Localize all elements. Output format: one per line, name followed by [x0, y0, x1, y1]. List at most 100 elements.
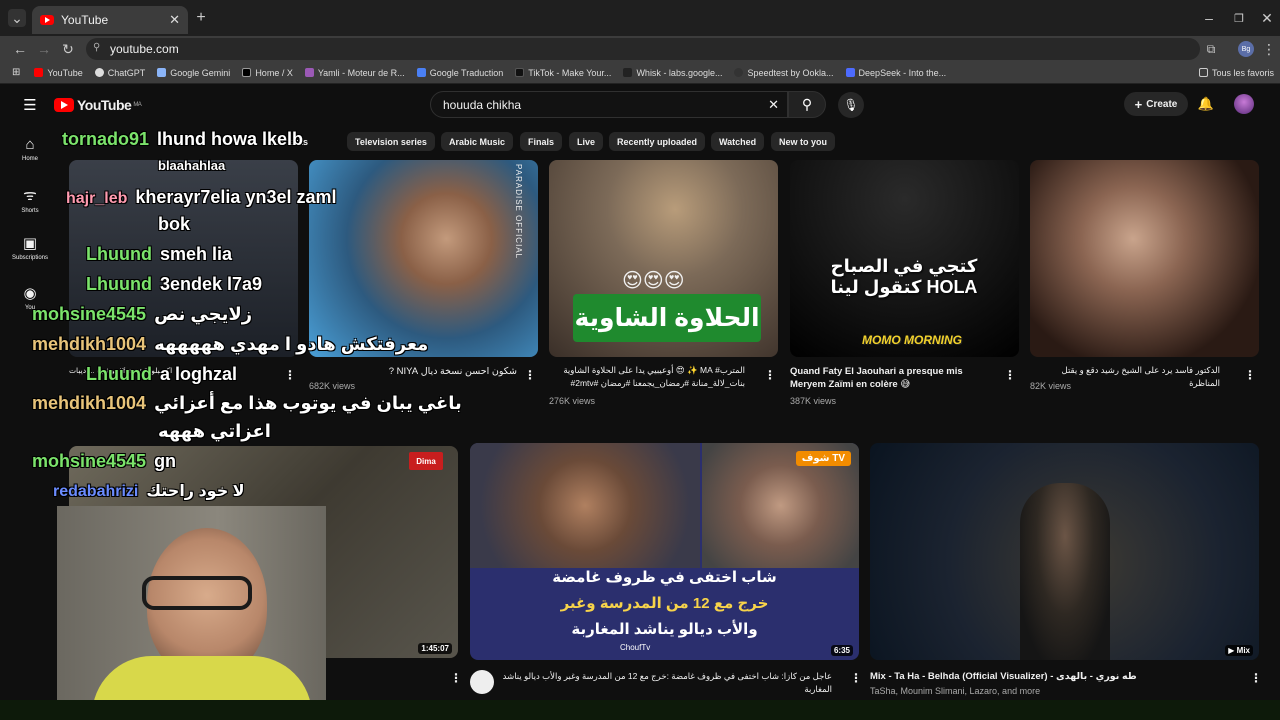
thumb-badge: MOMO MORNING [862, 333, 962, 347]
notifications-bell-icon[interactable]: 🔔 [1198, 96, 1214, 112]
channel-avatar[interactable] [470, 670, 494, 694]
back-icon[interactable]: ← [12, 40, 28, 58]
bookmark-item[interactable]: YouTube [34, 68, 83, 78]
clear-search-icon[interactable]: ✕ [768, 97, 779, 113]
bookmark-item[interactable]: Speedtest by Ookla... [734, 68, 834, 78]
youtube-favicon-icon [40, 15, 54, 25]
sidebar-item-subscriptions[interactable]: ▣ Subscriptions [4, 234, 56, 261]
home-icon: ⌂ [25, 136, 35, 153]
chat-message: Lhuund smeh lia [86, 244, 233, 264]
bookmark-item[interactable]: DeepSeek - Into the... [845, 68, 946, 78]
you-icon: ◉ [23, 285, 37, 302]
chip-live[interactable]: Live [569, 132, 604, 151]
thumb-figure [1020, 483, 1110, 660]
video-views: 82K views [1030, 381, 1072, 391]
bookmark-item[interactable]: ChatGPT [94, 68, 145, 78]
reload-icon[interactable]: ↻ [60, 40, 76, 58]
more-options-icon[interactable]: ⋮ [1004, 368, 1016, 382]
tab-search-icon[interactable]: ⌄ [8, 9, 26, 27]
search-input[interactable]: houuda chikha ✕ [430, 91, 788, 118]
bookmark-item[interactable]: Yamli - Moteur de R... [304, 68, 405, 78]
bookmark-item[interactable]: Home / X [242, 68, 293, 78]
extensions-icon[interactable]: ⧉ [1204, 40, 1218, 58]
bookmarks-bar: ⊞ YouTube ChatGPT Google Gemini Home / X… [0, 62, 1280, 84]
minimize-icon[interactable]: – [1202, 10, 1216, 26]
more-options-icon[interactable]: ⋮ [1250, 671, 1262, 685]
youtube-logo-icon [54, 98, 74, 112]
video-views: 387K views [790, 396, 837, 406]
chat-message: اعزاتي هههه [158, 421, 271, 441]
bookmark-item[interactable]: Google Traduction [416, 68, 503, 78]
browser-tab-bar: ⌄ YouTube ✕ + – ❐ ✕ [0, 0, 1280, 36]
video-title[interactable]: المترب# MA ✨ 😍 أوعيبيي يدا على الحلاوة ا… [549, 364, 745, 390]
chat-message: redabahrizi لا خود راحتك [53, 483, 245, 500]
more-options-icon[interactable]: ⋮ [850, 671, 862, 685]
thumb-emoji: 😍😍😍 [622, 270, 685, 292]
chat-message: Lhuund a loghzal [86, 364, 237, 384]
mix-badge: ▶ Mix [1225, 645, 1253, 656]
video-thumbnail[interactable]: 😍😍😍 الحلاوة الشاوية [549, 160, 778, 357]
chat-message: Lhuund 3endek l7a9 [86, 274, 263, 294]
sidebar-item-shorts[interactable]: ᯤ Shorts [4, 185, 56, 214]
video-title[interactable]: Mix - Ta Ha - Belhda (Official Visualize… [870, 670, 1230, 683]
more-options-icon[interactable]: ⋮ [1244, 368, 1256, 382]
video-title[interactable]: Quand Faty El Jaouhari a presque mis Mer… [790, 365, 990, 391]
hamburger-menu-icon[interactable]: ☰ [22, 97, 38, 114]
menu-kebab-icon[interactable]: ⋮ [1262, 40, 1276, 58]
tab-close-icon[interactable]: ✕ [169, 12, 180, 28]
video-title[interactable]: عاجل من كازا: شاب اختفى في ظروف غامضة :خ… [500, 670, 832, 696]
more-options-icon[interactable]: ⋮ [450, 671, 462, 685]
forward-icon[interactable]: → [36, 40, 52, 58]
chip-new-to-you[interactable]: New to you [771, 132, 836, 151]
all-bookmarks-folder[interactable]: Tous les favoris [1198, 68, 1274, 78]
browser-tab[interactable]: YouTube ✕ [32, 6, 188, 34]
video-thumbnail[interactable]: شوف TV شاب اختفى في ظروف غامضة خرج مع 12… [470, 443, 859, 660]
profile-avatar[interactable]: Bg [1238, 41, 1254, 57]
sidebar-item-home[interactable]: ⌂ Home [4, 136, 56, 162]
create-button[interactable]: + Create [1124, 92, 1188, 116]
chat-message: blaahahlaa [158, 158, 226, 173]
more-options-icon[interactable]: ⋮ [764, 368, 776, 382]
chip-finals[interactable]: Finals [520, 132, 563, 151]
tab-title: YouTube [61, 13, 109, 27]
chat-message: mohsine4545 gn [32, 451, 177, 471]
video-thumbnail[interactable]: PARADISE OFFICIAL [309, 160, 538, 357]
chip-television-series[interactable]: Television series [347, 132, 435, 151]
voice-search-button[interactable]: 🎙 [838, 92, 864, 118]
video-views: 276K views [549, 396, 596, 406]
video-thumbnail[interactable]: كتجي في الصباح كتقول لينا HOLA MOMO MORN… [790, 160, 1019, 357]
search-button[interactable]: ⚲ [788, 91, 826, 118]
chat-message: mohsine4545 زلايجي نص [32, 304, 253, 324]
plus-icon: + [1134, 96, 1143, 112]
search-icon: ⚲ [801, 96, 813, 112]
url-text: youtube.com [110, 42, 179, 56]
chip-recently-uploaded[interactable]: Recently uploaded [609, 132, 706, 151]
chat-message: mehdikh1004 معرفتكش هادو ا مهدي هههههه [32, 334, 429, 354]
thumb-badge: Dima [409, 452, 443, 470]
close-window-icon[interactable]: ✕ [1260, 10, 1274, 26]
video-title[interactable]: شكون احسن نسخة ديال NIYA ? [337, 365, 517, 378]
streamer-webcam [57, 506, 326, 704]
site-info-icon[interactable]: ⚲ [93, 42, 100, 53]
maximize-icon[interactable]: ❐ [1232, 10, 1246, 26]
shorts-icon: ᯤ [23, 187, 37, 204]
more-options-icon[interactable]: ⋮ [524, 368, 536, 382]
bookmark-item[interactable]: Google Gemini [157, 68, 230, 78]
chip-watched[interactable]: Watched [711, 132, 765, 151]
more-options-icon[interactable]: ⋮ [284, 368, 296, 382]
video-thumbnail[interactable]: ▶ Mix [870, 443, 1259, 660]
video-thumbnail[interactable] [1030, 160, 1259, 357]
bookmark-item[interactable]: TikTok - Make Your... [515, 68, 611, 78]
thumb-caption: شاب اختفى في ظروف غامضة خرج مع 12 من الم… [552, 569, 777, 638]
glasses-icon [142, 576, 252, 610]
account-avatar[interactable] [1234, 94, 1254, 114]
bookmark-item[interactable]: Whisk - labs.google... [623, 68, 722, 78]
video-duration: 6:35 [830, 645, 853, 656]
apps-grid-icon[interactable]: ⊞ [12, 67, 20, 78]
youtube-logo[interactable]: YouTube MA [54, 97, 142, 113]
chat-message: tornado91 lhund howa lkelb [62, 129, 304, 149]
address-bar[interactable]: ⚲ youtube.com [86, 38, 1200, 60]
chip-arabic-music[interactable]: Arabic Music [441, 132, 514, 151]
new-tab-icon[interactable]: + [194, 9, 208, 26]
video-views: 682K views [309, 381, 356, 391]
